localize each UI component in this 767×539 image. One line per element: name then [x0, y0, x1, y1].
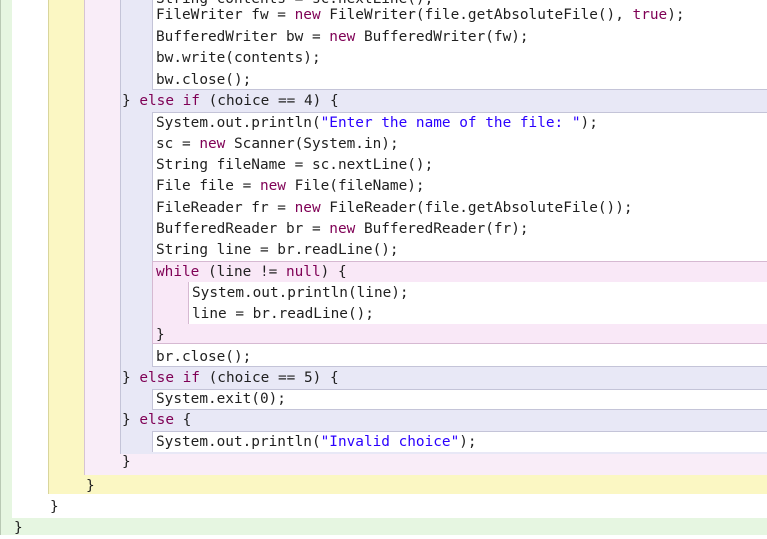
- code-token: Scanner(System.in);: [225, 136, 399, 152]
- code-line[interactable]: br.close();: [156, 347, 251, 368]
- code-line[interactable]: }: [156, 325, 165, 346]
- code-line[interactable]: }: [122, 452, 131, 473]
- code-line[interactable]: } else if (choice == 4) {: [122, 91, 339, 112]
- code-token: FileWriter fw =: [156, 7, 295, 23]
- code-line[interactable]: }: [14, 518, 23, 539]
- code-token: (choice == 5) {: [199, 370, 339, 386]
- code-token: line = br.readLine();: [192, 306, 374, 322]
- code-line[interactable]: System.out.println("Enter the name of th…: [156, 113, 598, 134]
- code-line[interactable]: BufferedWriter bw = new BufferedWriter(f…: [156, 27, 529, 48]
- code-token: }: [122, 93, 140, 109]
- code-token: System.exit(0);: [156, 391, 286, 407]
- keyword-token: null: [285, 264, 321, 280]
- code-line[interactable]: } else {: [122, 410, 191, 431]
- keyword-token: new: [199, 136, 226, 152]
- code-line[interactable]: while (line != null) {: [156, 262, 347, 283]
- keyword-token: new: [294, 7, 321, 23]
- code-line[interactable]: BufferedReader br = new BufferedReader(f…: [156, 219, 529, 240]
- code-line[interactable]: } else if (choice == 5) {: [122, 368, 339, 389]
- code-line[interactable]: bw.close();: [156, 70, 251, 91]
- keyword-token: else if: [139, 370, 200, 386]
- keyword-token: else if: [139, 93, 200, 109]
- code-line[interactable]: File file = new File(fileName);: [156, 176, 425, 197]
- string-token: "Invalid choice": [320, 434, 460, 450]
- code-token: FileReader fr =: [156, 200, 295, 216]
- code-line[interactable]: System.out.println(line);: [192, 283, 409, 304]
- code-token: BufferedWriter(fw);: [355, 29, 529, 45]
- code-token: }: [14, 520, 23, 536]
- code-line[interactable]: }: [86, 476, 95, 497]
- code-line[interactable]: FileReader fr = new FileReader(file.getA…: [156, 198, 633, 219]
- code-token: ) {: [320, 264, 347, 280]
- code-token: FileReader(file.getAbsoluteFile());: [320, 200, 633, 216]
- keyword-token: new: [329, 221, 356, 237]
- keyword-token: new: [294, 200, 321, 216]
- code-token: BufferedWriter bw =: [156, 29, 330, 45]
- code-token: String fileName = sc.nextLine();: [156, 157, 434, 173]
- code-token: br.close();: [156, 349, 252, 365]
- code-token: }: [122, 412, 140, 428]
- code-token: }: [122, 370, 140, 386]
- keyword-token: while: [156, 264, 200, 280]
- keyword-token: new: [329, 29, 356, 45]
- code-token: {: [173, 412, 192, 428]
- code-token: String line = br.readLine();: [156, 242, 399, 258]
- code-token: File(fileName);: [285, 178, 425, 194]
- code-token: System.out.println(: [156, 434, 321, 450]
- code-token: sc =: [156, 136, 200, 152]
- code-line[interactable]: FileWriter fw = new FileWriter(file.getA…: [156, 5, 685, 26]
- code-line[interactable]: System.out.println("Invalid choice");: [156, 432, 477, 453]
- code-token: BufferedReader br =: [156, 221, 330, 237]
- code-token: bw.close();: [156, 72, 252, 88]
- code-token: }: [50, 499, 59, 515]
- keyword-token: true: [632, 7, 668, 23]
- code-token: System.out.println(line);: [192, 285, 409, 301]
- code-line[interactable]: String fileName = sc.nextLine();: [156, 155, 433, 176]
- code-line[interactable]: line = br.readLine();: [192, 304, 374, 325]
- keyword-token: else: [139, 412, 174, 428]
- code-token: bw.write(contents);: [156, 50, 321, 66]
- code-line[interactable]: bw.write(contents);: [156, 48, 321, 69]
- code-line[interactable]: sc = new Scanner(System.in);: [156, 134, 399, 155]
- code-line[interactable]: }: [50, 497, 59, 518]
- code-token: );: [459, 434, 477, 450]
- code-token: (choice == 4) {: [199, 93, 339, 109]
- code-token: FileWriter(file.getAbsoluteFile(),: [320, 7, 633, 23]
- code-line[interactable]: System.exit(0);: [156, 389, 286, 410]
- code-line[interactable]: String line = br.readLine();: [156, 240, 399, 261]
- string-token: "Enter the name of the file: ": [320, 115, 581, 131]
- keyword-token: new: [259, 178, 286, 194]
- code-token: }: [122, 454, 131, 470]
- code-token: }: [86, 478, 95, 494]
- code-token: BufferedReader(fr);: [355, 221, 529, 237]
- code-token: (line !=: [199, 264, 286, 280]
- code-token: );: [667, 7, 685, 23]
- code-token: File file =: [156, 178, 260, 194]
- code-token: System.out.println(: [156, 115, 321, 131]
- code-token: );: [580, 115, 598, 131]
- code-token: }: [156, 327, 165, 343]
